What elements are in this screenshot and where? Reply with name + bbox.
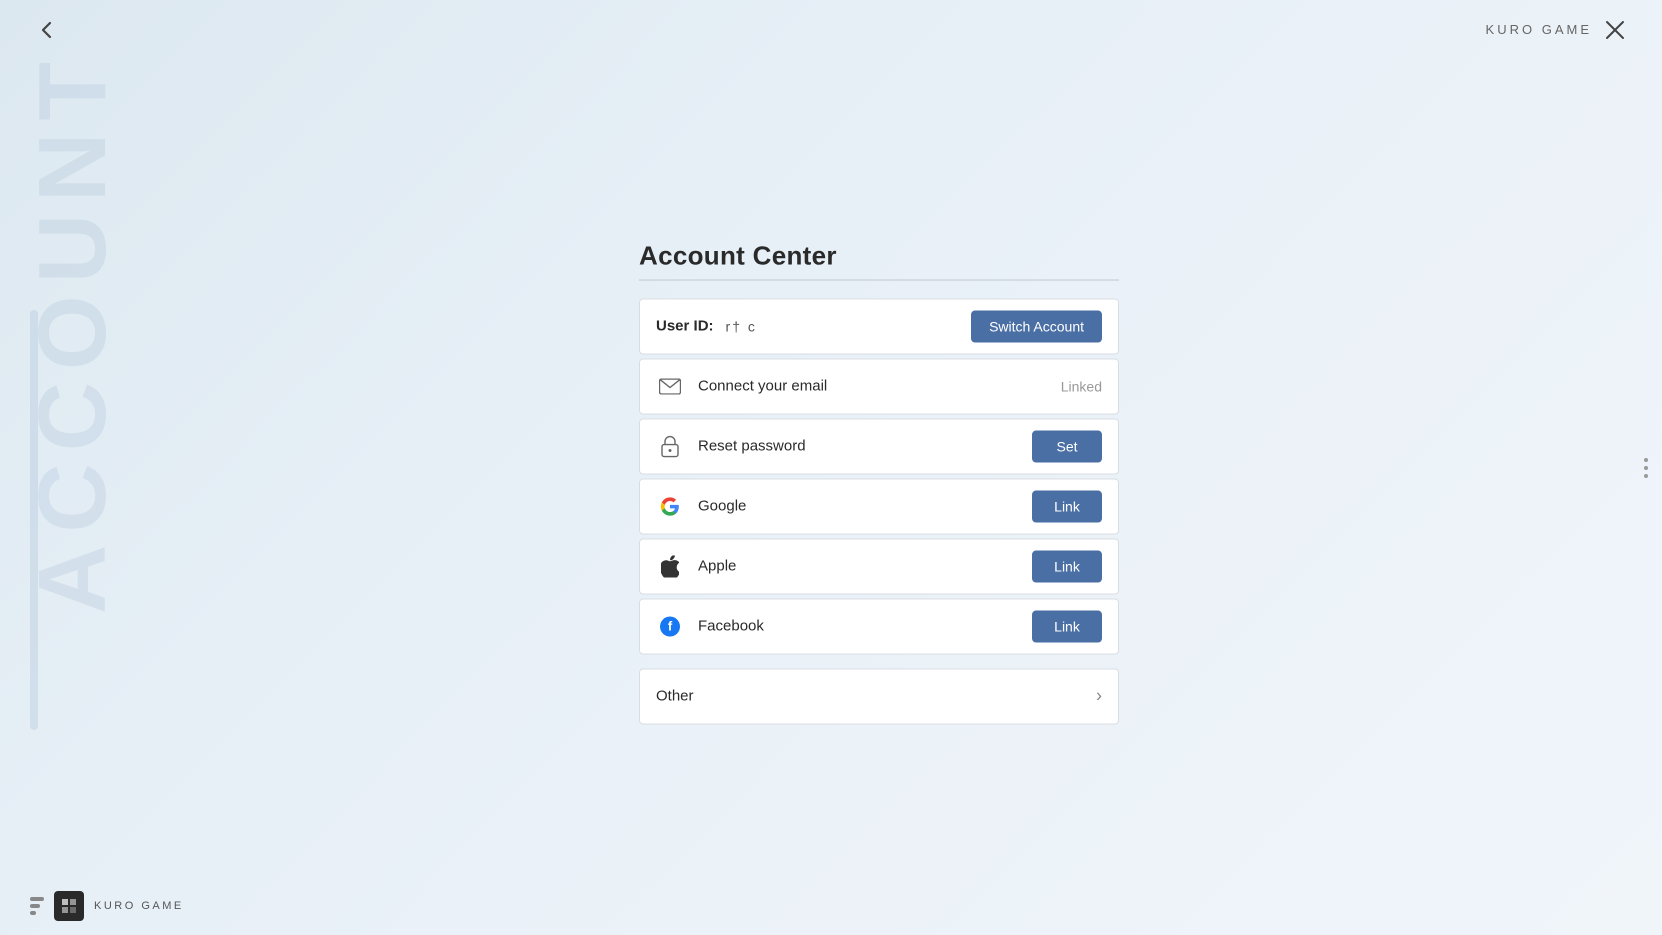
switch-account-button[interactable]: Switch Account bbox=[971, 310, 1102, 342]
email-status: Linked bbox=[1061, 378, 1102, 394]
facebook-icon: f bbox=[656, 612, 684, 640]
title-divider bbox=[639, 279, 1119, 280]
facebook-label: Facebook bbox=[698, 618, 1032, 635]
email-row: Connect your email Linked bbox=[639, 358, 1119, 414]
dot-3 bbox=[1644, 474, 1648, 478]
user-id-label: User ID: bbox=[656, 318, 714, 335]
link-apple-button[interactable]: Link bbox=[1032, 550, 1102, 582]
email-icon bbox=[656, 372, 684, 400]
bottom-brand-text: KURO GAME bbox=[94, 900, 184, 912]
user-id-value: r† c bbox=[726, 318, 972, 334]
logo-bar-1 bbox=[30, 897, 44, 901]
link-google-button[interactable]: Link bbox=[1032, 490, 1102, 522]
logo-bar-2 bbox=[30, 904, 40, 908]
link-facebook-button[interactable]: Link bbox=[1032, 610, 1102, 642]
lock-icon bbox=[656, 432, 684, 460]
google-row: Google Link bbox=[639, 478, 1119, 534]
password-row: Reset password Set bbox=[639, 418, 1119, 474]
back-button[interactable] bbox=[28, 11, 66, 49]
right-dots-decoration bbox=[1644, 458, 1648, 478]
apple-label: Apple bbox=[698, 558, 1032, 575]
google-label: Google bbox=[698, 498, 1032, 515]
left-sidebar-decoration bbox=[30, 310, 38, 730]
email-label: Connect your email bbox=[698, 378, 1061, 395]
dot-1 bbox=[1644, 458, 1648, 462]
logo-icon-box bbox=[54, 891, 84, 921]
main-content: Account Center User ID: r† c Switch Acco… bbox=[639, 240, 1119, 724]
page-title: Account Center bbox=[639, 240, 1119, 271]
close-button[interactable] bbox=[1596, 11, 1634, 49]
facebook-row: f Facebook Link bbox=[639, 598, 1119, 654]
apple-icon bbox=[656, 552, 684, 580]
apple-row: Apple Link bbox=[639, 538, 1119, 594]
password-label: Reset password bbox=[698, 438, 1032, 455]
user-id-row: User ID: r† c Switch Account bbox=[639, 298, 1119, 354]
other-label: Other bbox=[656, 688, 1096, 705]
top-bar bbox=[0, 0, 1662, 60]
set-password-button[interactable]: Set bbox=[1032, 430, 1102, 462]
facebook-icon-inner: f bbox=[660, 616, 680, 636]
chevron-right-icon: › bbox=[1096, 686, 1102, 707]
google-icon bbox=[656, 492, 684, 520]
other-row[interactable]: Other › bbox=[639, 668, 1119, 724]
dot-2 bbox=[1644, 466, 1648, 470]
logo-bar-3 bbox=[30, 911, 36, 915]
